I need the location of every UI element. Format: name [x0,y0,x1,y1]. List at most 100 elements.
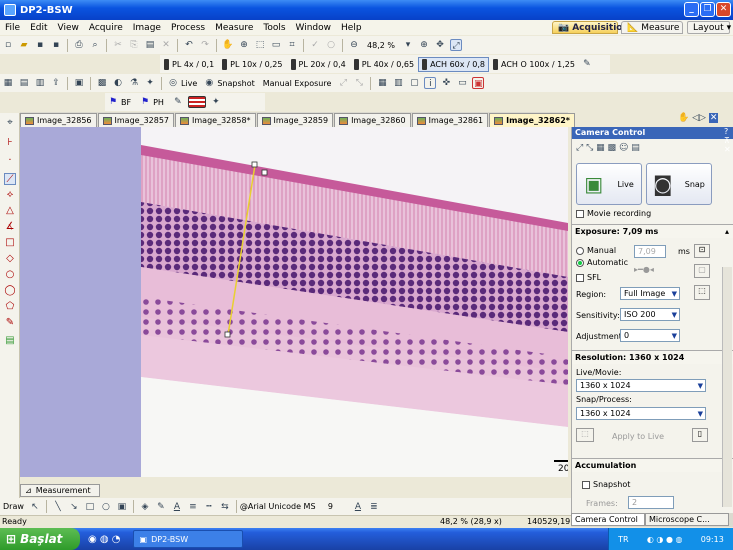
automatic-radio[interactable]: Automatic [576,258,628,267]
auto-icon[interactable]: ▢ [694,264,710,278]
snapshot-button[interactable]: Snapshot [217,79,254,88]
sfl-checkbox[interactable]: SFL [576,273,601,282]
apply-roi-icon[interactable]: ⬚ [576,428,594,442]
polygon-icon[interactable]: ⬠ [4,301,16,313]
snap-big-button[interactable]: ◙ Snap [646,163,712,205]
database-icon[interactable]: ▤ [18,77,30,89]
font-color-icon[interactable]: A [171,501,183,513]
objective-100x-button[interactable]: ACH O 100x / 1,25 [489,57,579,72]
panel-scrollbar[interactable] [722,267,732,507]
magic-icon[interactable]: ✦ [210,96,222,108]
menu-tools[interactable]: Tools [258,23,290,33]
pen-icon[interactable]: ✎ [155,501,167,513]
movie-recording-checkbox[interactable]: Movie recording [576,209,651,218]
filter-icon[interactable]: ⚗ [128,77,140,89]
menu-edit[interactable]: Edit [25,23,52,33]
select-icon[interactable]: ⬚ [254,39,266,51]
point-icon[interactable]: · [4,155,16,167]
quicklaunch-icons[interactable]: ◉ ◍ ◔ [88,534,121,545]
tab-image-32857[interactable]: Image_32857 [97,113,175,127]
draw-menu[interactable]: Draw [3,502,24,511]
line-icon[interactable]: ╲ [52,501,64,513]
font-name-select[interactable]: @Arial Unicode MS [240,502,328,511]
export-icon[interactable]: ⇪ [50,77,62,89]
polyline-icon[interactable]: ⟡ [4,189,16,201]
folder-icon[interactable]: ▦ [2,77,14,89]
record-icon[interactable]: ▣ [472,77,485,89]
navigate-icon[interactable]: ✜ [440,77,452,89]
save-all-icon[interactable]: ▪ [50,39,62,51]
region-roi-icon[interactable]: ⬚ [694,285,710,300]
hand-icon[interactable]: ✋ [678,113,689,123]
manual-exposure-button[interactable]: Manual Exposure [263,79,332,88]
camera-control-tab[interactable]: Camera Control [571,513,645,526]
redo-icon[interactable]: ↷ [199,39,211,51]
menu-file[interactable]: File [0,23,25,33]
color-icon[interactable]: ◐ [112,77,124,89]
next-icon[interactable]: ▷ [699,113,706,123]
save-icon[interactable]: ▪ [34,39,46,51]
sensitivity-select[interactable]: ISO 200 ▼ [620,308,680,321]
columns-icon[interactable]: ▥ [392,77,404,89]
check-icon[interactable]: ✓ [309,39,321,51]
snap-process-resolution-select[interactable]: 1360 x 1024 ▼ [576,407,706,420]
circle-icon[interactable]: ○ [325,39,337,51]
diamond-icon[interactable]: ◇ [4,253,16,265]
angle-icon[interactable]: ⊦ [4,137,16,149]
fit-window-icon[interactable]: ⤢ [450,39,462,51]
objective-60x-button[interactable]: ACH 60x / 0,8 [418,56,489,72]
pointer-arrow-icon[interactable]: ↖ [29,501,41,513]
angle-tool-icon[interactable]: ∡ [4,221,16,233]
line-tool-icon[interactable]: ⟋ [4,173,16,185]
close-doc-icon[interactable]: ✕ [708,113,719,123]
accumulation-section-header[interactable]: Accumulation▴ [572,458,733,472]
close-button[interactable]: ✕ [716,2,731,17]
open-folder-icon[interactable]: ▰ [18,39,30,51]
tab-image-32862[interactable]: Image_32862* [489,113,575,127]
prev-icon[interactable]: ◁ [692,113,699,123]
ph-button[interactable]: PH [153,98,164,107]
align-icon[interactable]: ≣ [368,501,380,513]
objective-10x-button[interactable]: PL 10x / 0,25 [218,57,286,72]
language-indicator[interactable]: TR [618,535,628,544]
export-results-icon[interactable]: ▤ [4,335,16,347]
tab-image-32859[interactable]: Image_32859 [256,113,334,127]
menu-help[interactable]: Help [336,23,367,33]
layout-icon[interactable]: ▣ [73,77,85,89]
pointer-icon[interactable]: ⌖ [4,117,16,129]
pan-hand-icon[interactable]: ✋ [222,39,234,51]
tool-icon[interactable]: ✎ [172,96,184,108]
measurement-tab[interactable]: ⊿ Measurement [20,484,100,497]
zoom-level-field[interactable]: 48,2 % [362,41,400,50]
circle-tool-icon[interactable]: ◯ [4,285,16,297]
undo-icon[interactable]: ↶ [183,39,195,51]
menu-process[interactable]: Process [166,23,210,33]
grid-icon[interactable]: ▦ [376,77,388,89]
frame-icon[interactable]: ▢ [408,77,420,89]
tab-image-32860[interactable]: Image_32860 [334,113,411,127]
stop-icon[interactable]: ▯ [692,428,708,442]
layout-dropdown[interactable]: Layout ▾ [687,21,731,34]
triangle-icon[interactable]: △ [4,205,16,217]
expand-panel-icon[interactable]: ⤢ [576,143,583,153]
objective-20x-button[interactable]: PL 20x / 0,4 [287,57,350,72]
menu-image[interactable]: Image [128,23,166,33]
people-icon[interactable]: ☺ [619,143,628,153]
lock-icon[interactable]: ⊡ [694,244,710,258]
ellipse-draw-icon[interactable]: ○ [100,501,112,513]
menu-acquire[interactable]: Acquire [84,23,128,33]
bf-button[interactable]: BF [121,98,131,107]
adjustment-select[interactable]: 0 ▼ [620,329,680,342]
text-color-icon[interactable]: A [352,501,364,513]
zoom-out-icon[interactable]: ⊖ [348,39,360,51]
flag-icon[interactable] [187,96,206,108]
font-size-select[interactable]: 9 [328,502,350,511]
microscope-control-tab[interactable]: Microscope C... [645,513,729,526]
fill-icon[interactable]: ◈ [139,501,151,513]
settings-icon[interactable]: ✎ [581,58,593,70]
zoom-in-icon[interactable]: ⊕ [418,39,430,51]
arrow-style-icon[interactable]: ⇆ [219,501,231,513]
table-icon[interactable]: ▦ [596,143,605,153]
micrograph-image[interactable] [20,127,568,477]
tab-image-32856[interactable]: Image_32856 [20,113,97,127]
